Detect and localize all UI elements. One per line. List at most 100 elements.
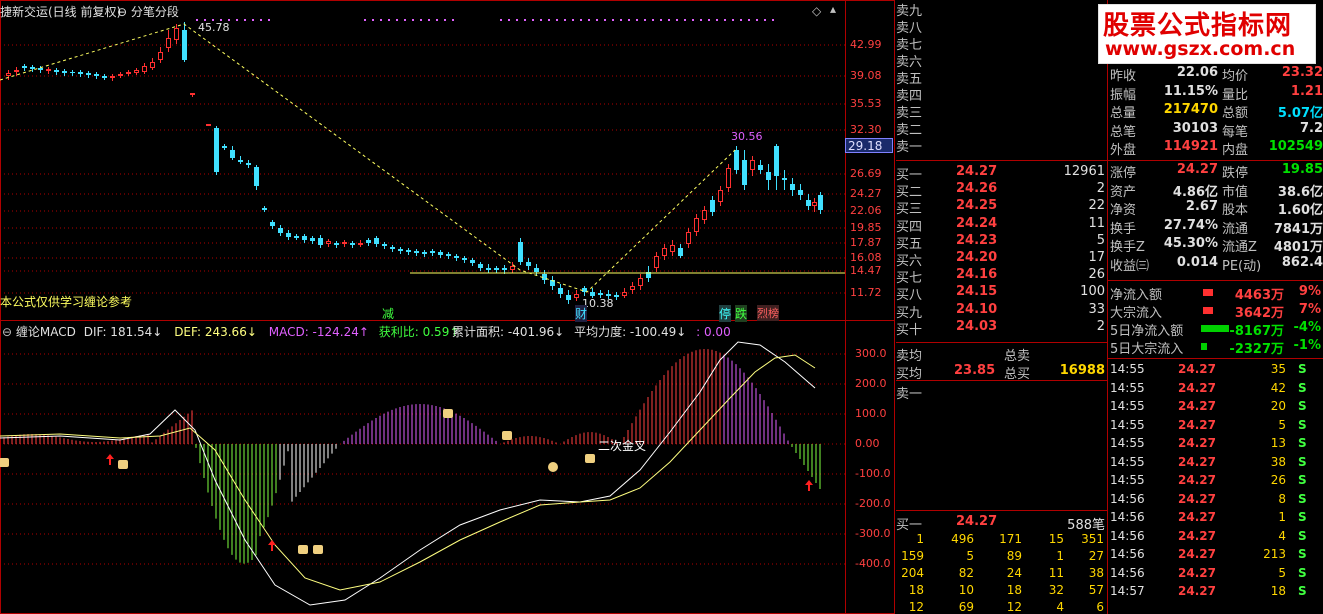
tick-row: 14:55 24.27 20 S [1108,399,1323,417]
scroll-up-icon[interactable]: ▴ [830,2,836,16]
quote-label: 换手 [1110,221,1137,237]
quote-value: 1.21 [1290,83,1323,99]
signal-dot [500,19,502,21]
candle-body [62,71,67,73]
buy-price: 24.27 [956,164,998,179]
price-tick-label: 14.47 [850,264,882,277]
signal-dot [732,19,734,21]
flow-value: -8167万 [1229,324,1284,339]
order-book: 卖九 卖八 卖七 卖六 卖五 卖四 卖三 卖二 卖一 买一 24.27 12961 买二 24.26 2 买三… [896,0,1107,614]
candle-body [78,72,83,74]
buy-row: 买九 24.10 33 [896,302,1107,321]
macd-tick-label: -100.0 [855,467,891,480]
candle-body [662,248,667,256]
signal-dot [660,19,662,21]
profit-value: 获利比: 0.59↑ [378,325,460,339]
candle-body [486,268,491,270]
buy-volume: 11 [1088,215,1105,231]
tick-price: 24.27 [1178,528,1216,543]
dea-line [0,354,816,591]
orderbook-divider [896,510,1107,511]
candle-body [806,200,811,206]
macd-histogram [3,349,821,564]
tick-direction: S [1298,510,1307,524]
candle-body [406,250,411,252]
indicator-name[interactable]: 缠论MACD [16,325,76,339]
queue-cell: 496 [951,532,974,546]
candle-body [150,62,155,68]
signal-dot [636,19,638,21]
mode-dropdown[interactable]: ⊖ 分笔分段 [117,3,179,20]
candle-body [174,28,179,40]
signal-dot [252,19,254,21]
sell-one-label: 卖一 [896,387,923,402]
buy-label: 买八 [896,288,923,304]
price-tick-label: 35.53 [850,97,882,110]
tick-row: 14:56 24.27 1 S [1108,510,1323,528]
signal-dot [260,19,262,21]
coin-icon [298,545,308,554]
quote-value: 22.06 [1176,65,1218,80]
buy-label: 买五 [896,236,923,252]
tick-direction: S [1298,362,1307,376]
tick-volume: 13 [1270,436,1286,450]
candle-body [606,294,611,296]
signal-dot [428,19,430,21]
flow-pct: 7% [1298,302,1321,317]
price-tick-label: 17.87 [850,236,882,249]
quote-value: 862.4 [1281,255,1323,270]
buy-price: 24.26 [956,181,998,197]
macd-settings-icon[interactable]: ⊖ [2,325,12,339]
candle-body [766,172,771,180]
candle-body [398,249,403,251]
candle-body [334,243,339,245]
tick-row: 14:56 24.27 5 S [1108,566,1323,584]
candle-body [702,210,707,220]
quote-value: 114921 [1163,139,1218,155]
area-value: 累计面积: -401.96↓ [452,325,565,339]
tick-row: 14:55 24.27 26 S [1108,473,1323,491]
candle-body [254,167,259,186]
signal-dot [532,19,534,21]
queue-cell: 15 [1048,532,1064,546]
signal-dot [644,19,646,21]
buy-price: 24.15 [956,284,998,300]
queue-cell: 18 [1006,583,1022,597]
tick-direction: S [1298,417,1307,432]
total-buy-value: 16988 [1059,363,1105,378]
macd-tick-label: 300.0 [855,347,887,360]
quote-value: 30103 [1172,120,1218,136]
queue-cell: 69 [958,600,974,614]
candle-body [574,294,579,298]
buy-volume: 2 [1096,318,1105,334]
tick-volume: 5 [1278,565,1286,580]
candle-body [222,146,227,148]
settings-icon: ⊖ [117,5,128,19]
price-tick-label: 22.06 [850,204,882,217]
signal-dot [404,19,406,21]
signal-dot [612,19,614,21]
quote-label: 收益㈢ [1110,259,1150,274]
tick-row: 14:55 24.27 13 S [1108,436,1323,454]
tick-price: 24.27 [1178,510,1216,524]
queue-cell: 171 [999,532,1022,546]
sell-label: 卖一 [896,140,923,155]
tick-price: 24.27 [1178,399,1216,413]
sell-row: 卖九 [896,0,1107,19]
flow-value: 4463万 [1234,288,1284,303]
price-grid [0,44,845,294]
signal-dot [372,19,374,21]
sell-row: 卖八 [896,17,1107,36]
candle-body [142,66,147,72]
quote-label: 股本 [1222,203,1249,219]
queue-cell: 5 [966,549,974,563]
candle-body [206,124,211,126]
buy-price: 24.24 [956,215,998,231]
queue-cell: 12 [908,600,924,614]
quote-value: 7841万 [1273,221,1323,237]
quote-value: 11.15% [1163,83,1218,99]
tick-time: 14:56 [1110,491,1145,506]
diamond-icon[interactable]: ◇ [812,4,821,18]
watermark-title: 股票公式指标网 [1103,11,1293,41]
flow-bar [1201,343,1207,350]
